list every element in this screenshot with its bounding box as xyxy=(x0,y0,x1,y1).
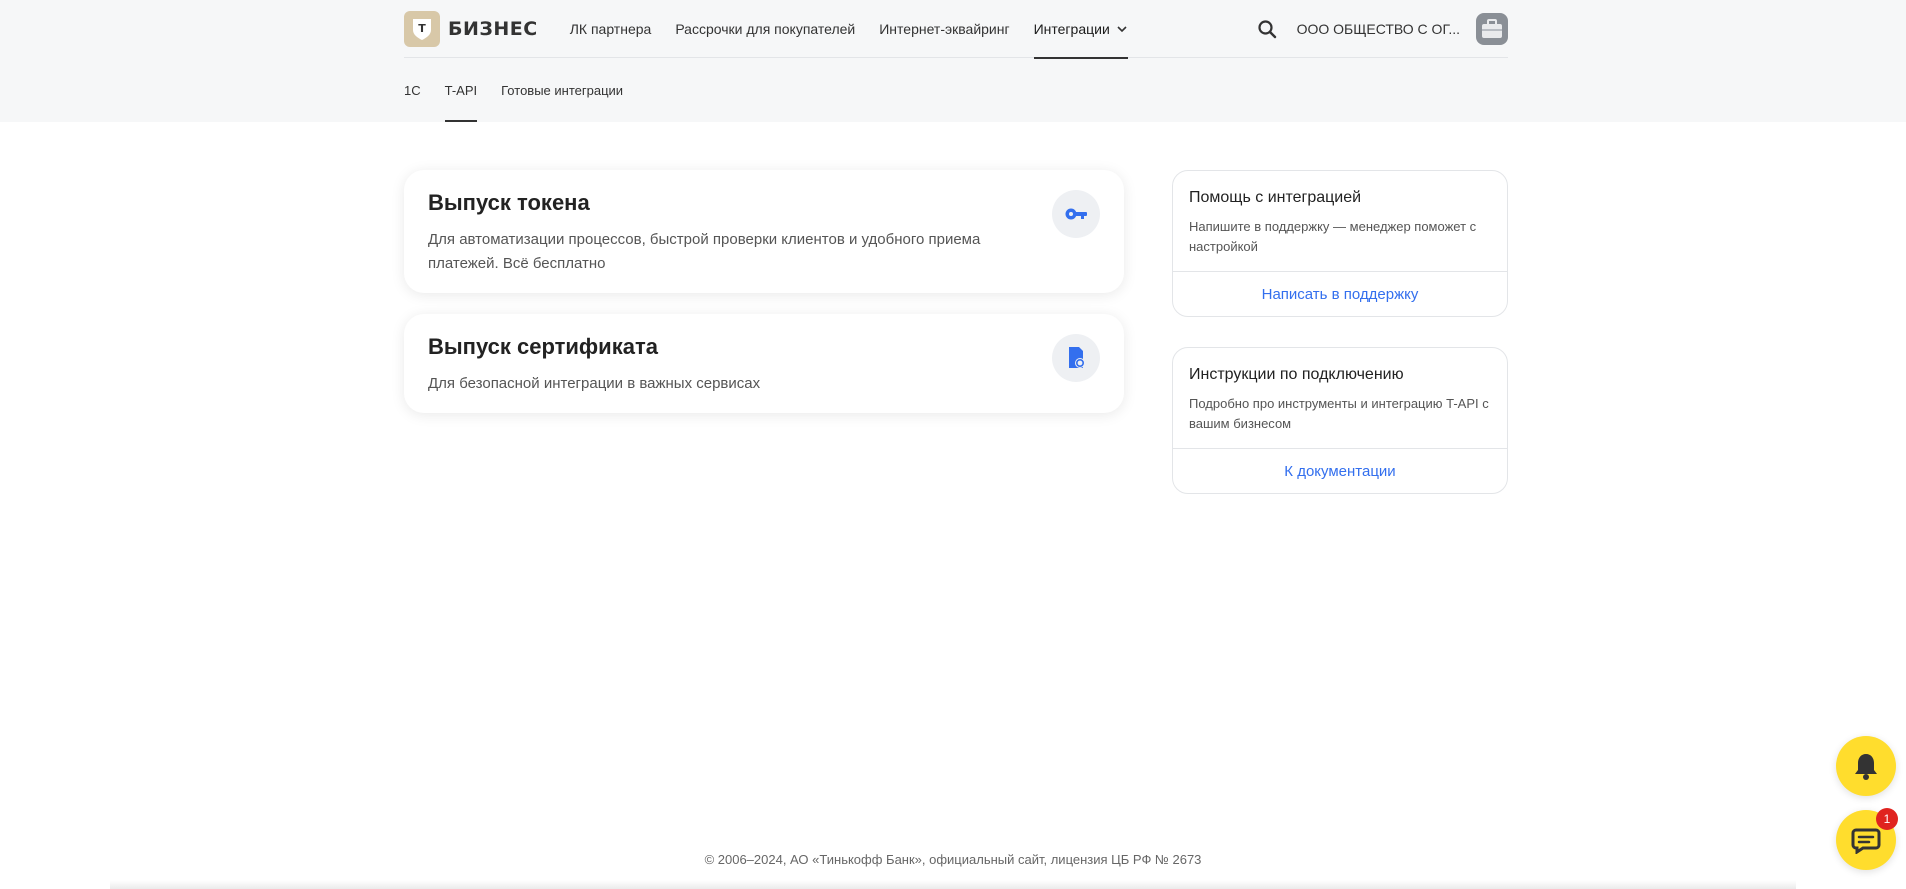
help-card-body: Помощь с интеграцией Напишите в поддержк… xyxy=(1173,171,1507,272)
search-icon[interactable] xyxy=(1255,17,1279,41)
nav-item-label: Рассрочки для покупателей xyxy=(675,20,856,37)
tab-t-api[interactable]: T-API xyxy=(444,58,478,122)
company-name[interactable]: ООО ОБЩЕСТВО С ОГ... xyxy=(1297,21,1460,37)
nav-item-integrations[interactable]: Интеграции xyxy=(1033,0,1128,59)
svg-text:Т: Т xyxy=(418,22,426,35)
chevron-down-icon xyxy=(1116,23,1128,35)
avatar[interactable] xyxy=(1476,12,1508,45)
help-card-description: Напишите в поддержку — менеджер поможет … xyxy=(1189,219,1477,254)
card-description: Для безопасной интеграции в важных серви… xyxy=(428,375,761,392)
bell-icon xyxy=(1855,754,1877,780)
documentation-link[interactable]: К документации xyxy=(1173,449,1507,493)
card-title: Выпуск сертификата xyxy=(428,334,658,359)
tab-1c[interactable]: 1С xyxy=(404,58,421,122)
logo[interactable]: Т БИЗНЕС xyxy=(404,0,538,58)
key-icon xyxy=(1052,190,1100,238)
card-title: Выпуск токена xyxy=(428,190,590,215)
docs-card-body: Инструкции по подключению Подробно про и… xyxy=(1173,348,1507,449)
top-navigation-bar: Т БИЗНЕС ЛК партнера Рассрочки для покуп… xyxy=(404,0,1508,59)
tab-label: 1С xyxy=(404,82,421,98)
chat-button[interactable]: 1 xyxy=(1836,808,1898,870)
sub-navigation: 1С T-API Готовые интеграции xyxy=(404,58,647,122)
tab-label: Готовые интеграции xyxy=(501,82,624,98)
nav-item-installments[interactable]: Рассрочки для покупателей xyxy=(675,0,855,58)
token-card[interactable]: Выпуск токена Для автоматизации процессо… xyxy=(404,170,1124,293)
notifications-button[interactable] xyxy=(1836,736,1896,796)
nav-item-partner[interactable]: ЛК партнера xyxy=(570,0,652,58)
nav-item-label: ЛК партнера xyxy=(569,20,652,37)
topbar-right: ООО ОБЩЕСТВО С ОГ... xyxy=(1255,0,1508,58)
tab-label: T-API xyxy=(444,82,478,98)
nav-item-label: Интеграции xyxy=(1033,20,1110,37)
help-card: Помощь с интеграцией Напишите в поддержк… xyxy=(1172,170,1508,317)
write-support-link[interactable]: Написать в поддержку xyxy=(1173,272,1507,316)
footer-divider-shadow xyxy=(110,880,1796,889)
help-card-title: Помощь с интеграцией xyxy=(1189,189,1362,206)
nav-item-acquiring[interactable]: Интернет-эквайринг xyxy=(879,0,1009,58)
chat-icon xyxy=(1851,828,1881,854)
nav-item-label: Интернет-эквайринг xyxy=(879,20,1010,37)
logo-shield-icon: Т xyxy=(404,10,440,47)
footer-copyright: © 2006–2024, АО «Тинькофф Банк», официал… xyxy=(704,852,1202,867)
docs-card-title: Инструкции по подключению xyxy=(1189,366,1404,383)
certificate-icon xyxy=(1052,334,1100,382)
certificate-card[interactable]: Выпуск сертификата Для безопасной интегр… xyxy=(404,314,1124,413)
card-description: Для автоматизации процессов, быстрой про… xyxy=(428,231,981,272)
main-nav: ЛК партнера Рассрочки для покупателей Ин… xyxy=(570,0,1152,59)
docs-card: Инструкции по подключению Подробно про и… xyxy=(1172,347,1508,494)
tab-ready-integrations[interactable]: Готовые интеграции xyxy=(501,58,623,122)
chat-badge: 1 xyxy=(1876,808,1898,830)
docs-card-description: Подробно про инструменты и интеграцию T-… xyxy=(1189,396,1489,431)
briefcase-icon xyxy=(1482,18,1502,38)
logo-text: БИЗНЕС xyxy=(448,17,538,40)
